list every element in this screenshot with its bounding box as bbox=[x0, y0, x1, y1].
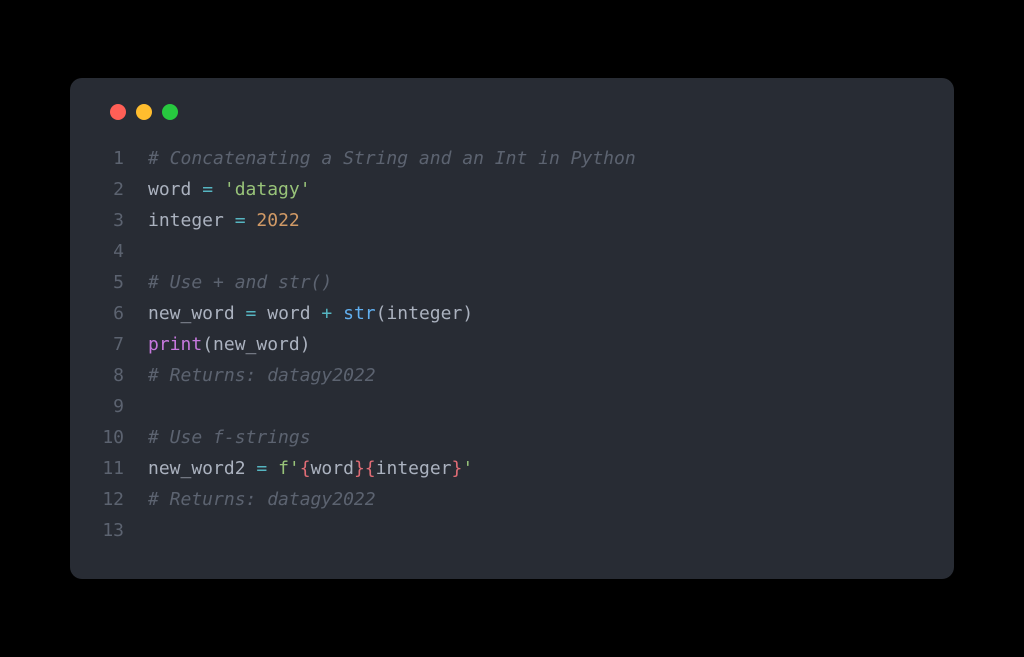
line-content[interactable] bbox=[148, 237, 922, 268]
line-content[interactable]: new_word = word + str(integer) bbox=[148, 299, 922, 330]
code-token: 2022 bbox=[256, 210, 299, 231]
close-icon[interactable] bbox=[110, 104, 126, 120]
code-token: # Use + and str() bbox=[148, 272, 332, 293]
line-number: 8 bbox=[102, 361, 148, 392]
code-line[interactable]: 2word = 'datagy' bbox=[102, 175, 922, 206]
code-token: # Use f-strings bbox=[148, 427, 311, 448]
line-number: 11 bbox=[102, 454, 148, 485]
line-content[interactable]: # Use f-strings bbox=[148, 423, 922, 454]
code-token: ' bbox=[462, 458, 473, 479]
code-token: = bbox=[246, 303, 257, 324]
line-number: 7 bbox=[102, 330, 148, 361]
line-number: 4 bbox=[102, 237, 148, 268]
code-line[interactable]: 6new_word = word + str(integer) bbox=[102, 299, 922, 330]
code-token bbox=[267, 458, 278, 479]
code-line[interactable]: 1# Concatenating a String and an Int in … bbox=[102, 144, 922, 175]
code-token: print bbox=[148, 334, 202, 355]
code-token: word bbox=[311, 458, 354, 479]
code-token: }{ bbox=[354, 458, 376, 479]
code-token: 'datagy' bbox=[224, 179, 311, 200]
code-token: # Returns: datagy2022 bbox=[148, 365, 376, 386]
code-line[interactable]: 5# Use + and str() bbox=[102, 268, 922, 299]
line-number: 12 bbox=[102, 485, 148, 516]
code-token bbox=[332, 303, 343, 324]
code-line[interactable]: 13 bbox=[102, 516, 922, 547]
line-content[interactable] bbox=[148, 516, 922, 547]
line-content[interactable]: # Use + and str() bbox=[148, 268, 922, 299]
code-token: = bbox=[256, 458, 267, 479]
code-token: (integer) bbox=[376, 303, 474, 324]
code-token: new_word2 bbox=[148, 458, 256, 479]
code-token: word bbox=[256, 303, 321, 324]
line-content[interactable]: # Concatenating a String and an Int in P… bbox=[148, 144, 922, 175]
line-number: 2 bbox=[102, 175, 148, 206]
code-token: # Concatenating a String and an Int in P… bbox=[148, 148, 636, 169]
minimize-icon[interactable] bbox=[136, 104, 152, 120]
code-line[interactable]: 11new_word2 = f'{word}{integer}' bbox=[102, 454, 922, 485]
line-content[interactable]: # Returns: datagy2022 bbox=[148, 361, 922, 392]
line-number: 6 bbox=[102, 299, 148, 330]
code-token bbox=[246, 210, 257, 231]
code-token: integer bbox=[148, 210, 235, 231]
code-token: str bbox=[343, 303, 376, 324]
line-number: 3 bbox=[102, 206, 148, 237]
code-token: word bbox=[148, 179, 202, 200]
line-content[interactable]: word = 'datagy' bbox=[148, 175, 922, 206]
code-token: = bbox=[202, 179, 213, 200]
code-line[interactable]: 4 bbox=[102, 237, 922, 268]
code-token: new_word bbox=[148, 303, 246, 324]
line-number: 9 bbox=[102, 392, 148, 423]
code-window: 1# Concatenating a String and an Int in … bbox=[70, 78, 954, 578]
line-number: 10 bbox=[102, 423, 148, 454]
line-content[interactable]: new_word2 = f'{word}{integer}' bbox=[148, 454, 922, 485]
code-token: } bbox=[452, 458, 463, 479]
code-token: = bbox=[235, 210, 246, 231]
code-editor[interactable]: 1# Concatenating a String and an Int in … bbox=[102, 144, 922, 546]
maximize-icon[interactable] bbox=[162, 104, 178, 120]
code-line[interactable]: 10# Use f-strings bbox=[102, 423, 922, 454]
code-line[interactable]: 7print(new_word) bbox=[102, 330, 922, 361]
code-token: f' bbox=[278, 458, 300, 479]
code-line[interactable]: 9 bbox=[102, 392, 922, 423]
line-content[interactable]: print(new_word) bbox=[148, 330, 922, 361]
code-token: # Returns: datagy2022 bbox=[148, 489, 376, 510]
code-token: + bbox=[321, 303, 332, 324]
line-number: 1 bbox=[102, 144, 148, 175]
title-bar bbox=[102, 104, 922, 120]
line-content[interactable]: # Returns: datagy2022 bbox=[148, 485, 922, 516]
code-line[interactable]: 8# Returns: datagy2022 bbox=[102, 361, 922, 392]
line-number: 13 bbox=[102, 516, 148, 547]
line-content[interactable] bbox=[148, 392, 922, 423]
code-token: (new_word) bbox=[202, 334, 310, 355]
code-line[interactable]: 12# Returns: datagy2022 bbox=[102, 485, 922, 516]
code-token: { bbox=[300, 458, 311, 479]
code-line[interactable]: 3integer = 2022 bbox=[102, 206, 922, 237]
code-token bbox=[213, 179, 224, 200]
line-number: 5 bbox=[102, 268, 148, 299]
line-content[interactable]: integer = 2022 bbox=[148, 206, 922, 237]
code-token: integer bbox=[376, 458, 452, 479]
